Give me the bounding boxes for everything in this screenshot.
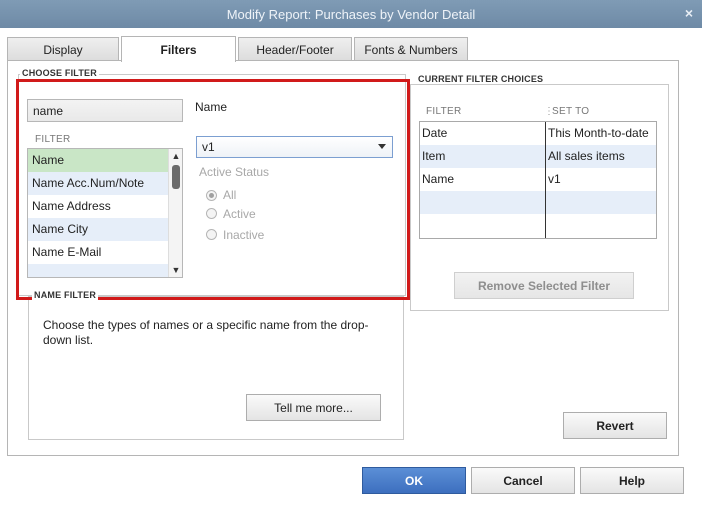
name-filter-heading: Name <box>195 100 228 114</box>
tell-me-more-button[interactable]: Tell me more... <box>246 394 381 421</box>
table-cell-filter: Name <box>422 172 455 186</box>
filter-list-item[interactable]: Name Acc.Num/Note <box>28 172 168 195</box>
filter-list-item[interactable]: Name <box>28 149 168 172</box>
table-row[interactable] <box>420 191 656 214</box>
filter-list-item[interactable]: Name Address <box>28 195 168 218</box>
radio-inactive[interactable] <box>206 229 217 240</box>
radio-all-label: All <box>223 188 237 202</box>
chevron-down-icon <box>378 144 386 149</box>
tab-display[interactable]: Display <box>7 37 119 61</box>
choose-filter-caption: CHOOSE FILTER <box>20 68 99 78</box>
col-header-filter: FILTER <box>426 106 462 117</box>
tab-filters[interactable]: Filters <box>121 36 236 62</box>
table-row[interactable]: Date This Month-to-date <box>420 122 656 145</box>
title-bar: Modify Report: Purchases by Vendor Detai… <box>0 0 702 28</box>
current-filters-caption: CURRENT FILTER CHOICES <box>416 74 546 84</box>
filter-list-item[interactable]: Name City <box>28 218 168 241</box>
scroll-up-icon[interactable]: ▲ <box>171 151 181 161</box>
col-header-set-to: SET TO <box>552 106 590 117</box>
remove-selected-filter-button[interactable]: Remove Selected Filter <box>454 272 634 299</box>
name-select-dropdown[interactable]: v1 <box>196 136 393 158</box>
ok-button[interactable]: OK <box>362 467 466 494</box>
table-cell-set-to: v1 <box>548 172 561 186</box>
name-select-value: v1 <box>202 140 215 154</box>
window-title: Modify Report: Purchases by Vendor Detai… <box>226 6 476 22</box>
table-row[interactable]: Item All sales items <box>420 145 656 168</box>
radio-active[interactable] <box>206 208 217 219</box>
active-status-label: Active Status <box>199 165 270 179</box>
filter-list-item[interactable] <box>28 264 168 277</box>
filter-list-item[interactable]: Name E-Mail <box>28 241 168 264</box>
tab-header-footer[interactable]: Header/Footer <box>238 37 352 61</box>
radio-inactive-label: Inactive <box>223 228 265 242</box>
radio-active-label: Active <box>223 207 256 221</box>
tab-fonts-numbers[interactable]: Fonts & Numbers <box>354 37 468 61</box>
scroll-thumb[interactable] <box>172 165 180 189</box>
name-filter-description: Choose the types of names or a specific … <box>43 318 369 347</box>
help-button[interactable]: Help <box>580 467 684 494</box>
cancel-button[interactable]: Cancel <box>471 467 575 494</box>
filter-list-header: FILTER <box>35 134 71 145</box>
filter-search-input[interactable] <box>27 99 183 122</box>
table-cell-filter: Date <box>422 126 448 140</box>
revert-button[interactable]: Revert <box>563 412 667 439</box>
table-cell-filter: Item <box>422 149 446 163</box>
table-row[interactable] <box>420 214 656 237</box>
table-row[interactable]: Name v1 <box>420 168 656 191</box>
close-icon[interactable]: × <box>682 6 696 20</box>
column-divider <box>545 122 546 238</box>
radio-all[interactable] <box>206 190 217 201</box>
current-filters-table[interactable]: Date This Month-to-date Item All sales i… <box>419 121 657 239</box>
filter-list-scrollbar[interactable]: ▲ ▼ <box>168 149 182 277</box>
table-cell-set-to: All sales items <box>548 149 625 163</box>
table-cell-set-to: This Month-to-date <box>548 126 649 140</box>
name-filter-caption: NAME FILTER <box>32 290 99 300</box>
filter-list[interactable]: Name Name Acc.Num/Note Name Address Name… <box>27 148 183 278</box>
scroll-down-icon[interactable]: ▼ <box>171 265 181 275</box>
